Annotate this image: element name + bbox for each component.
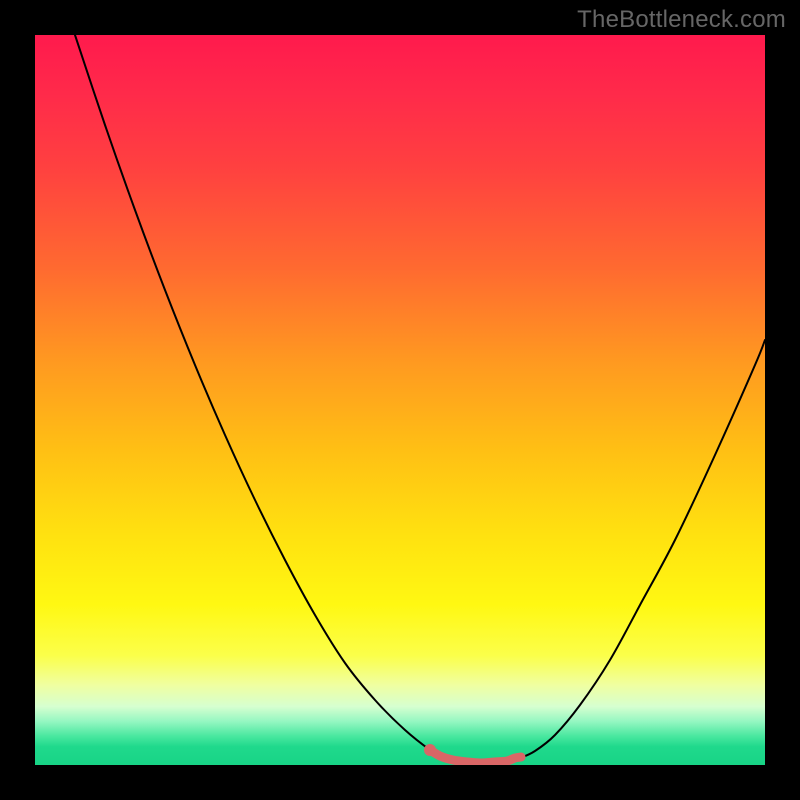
highlighted-minimum-segment bbox=[430, 750, 521, 763]
chart-frame: TheBottleneck.com bbox=[0, 0, 800, 800]
watermark-text: TheBottleneck.com bbox=[577, 6, 786, 34]
chart-svg bbox=[35, 35, 765, 765]
highlighted-minimum-start-dot bbox=[424, 744, 436, 756]
bottleneck-curve bbox=[75, 35, 765, 763]
